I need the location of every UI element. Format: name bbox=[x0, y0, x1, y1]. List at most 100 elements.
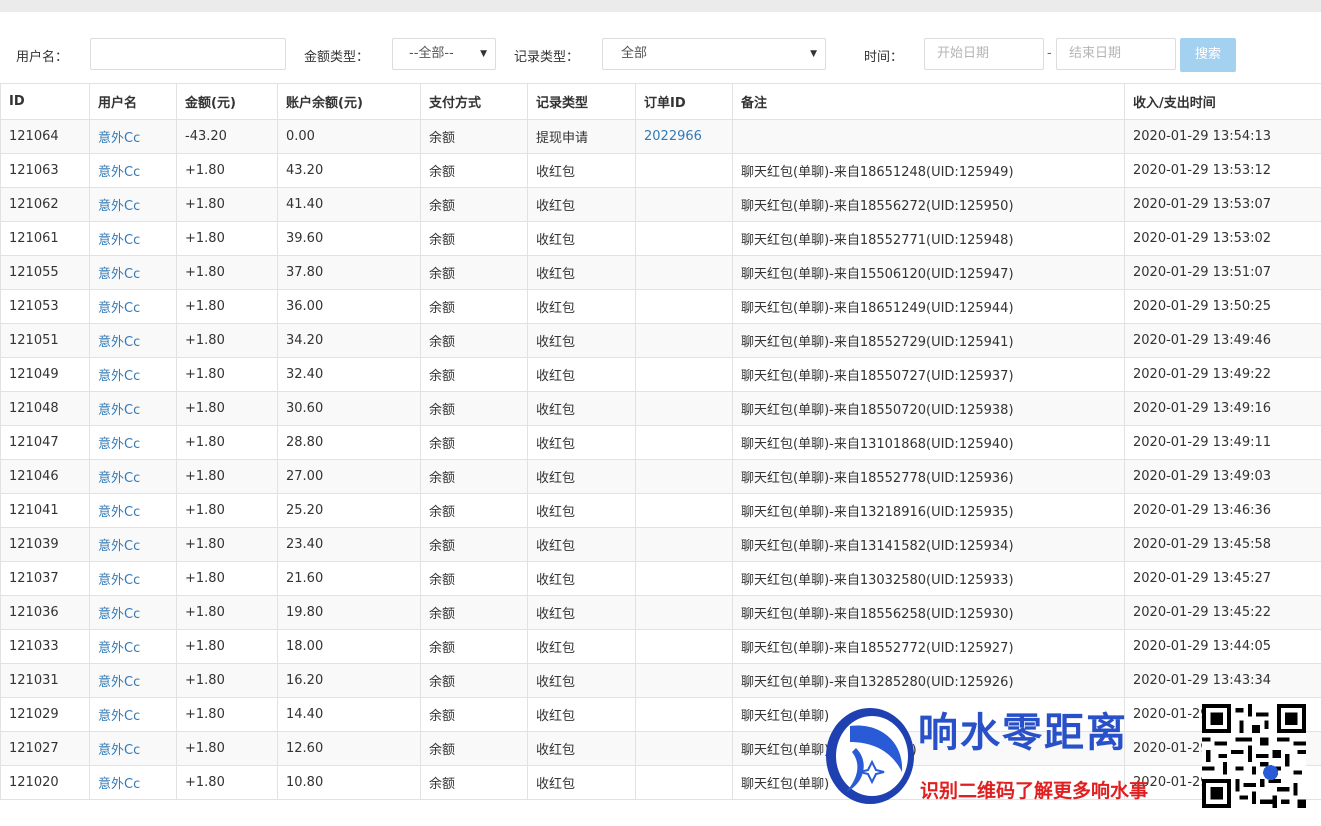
date-separator: - bbox=[1047, 46, 1052, 61]
chevron-down-icon: ▼ bbox=[810, 49, 817, 59]
amount-type-select[interactable]: --全部-- ▼ bbox=[392, 38, 496, 70]
cell-username[interactable]: 意外Cc bbox=[89, 629, 177, 664]
cell-amount: +1.80 bbox=[176, 595, 278, 630]
cell-id: 121036 bbox=[0, 595, 90, 630]
start-date-input[interactable]: 开始日期 bbox=[924, 38, 1044, 70]
table-row: 121039 意外Cc +1.80 23.40 余额 收红包 聊天红包(单聊)-来自1314… bbox=[0, 527, 1321, 562]
cell-remark: 聊天红包(单聊) bbox=[732, 697, 1125, 732]
cell-order-id bbox=[635, 731, 733, 766]
cell-username[interactable]: 意外Cc bbox=[89, 323, 177, 358]
cell-payment-method: 余额 bbox=[420, 731, 528, 766]
cell-remark: 聊天红包(单聊)-来自13285280(UID:125926) bbox=[732, 663, 1125, 698]
cell-record-type: 收红包 bbox=[527, 255, 636, 290]
amount-type-value: --全部-- bbox=[409, 46, 454, 61]
cell-username[interactable]: 意外Cc bbox=[89, 391, 177, 426]
end-date-input[interactable]: 结束日期 bbox=[1056, 38, 1176, 70]
record-type-label: 记录类型： bbox=[514, 50, 580, 65]
cell-balance: 43.20 bbox=[277, 153, 421, 188]
cell-order-id bbox=[635, 629, 733, 664]
cell-record-type: 收红包 bbox=[527, 357, 636, 392]
cell-balance: 0.00 bbox=[277, 119, 421, 154]
cell-time: 2020-01-29 bbox=[1124, 697, 1321, 732]
cell-id: 121064 bbox=[0, 119, 90, 154]
column-header-remark[interactable]: 备注 bbox=[732, 83, 1125, 120]
column-header-order-id[interactable]: 订单ID bbox=[635, 83, 733, 120]
cell-username[interactable]: 意外Cc bbox=[89, 357, 177, 392]
column-header-username[interactable]: 用户名 bbox=[89, 83, 177, 120]
cell-order-id bbox=[635, 459, 733, 494]
cell-username[interactable]: 意外Cc bbox=[89, 425, 177, 460]
column-header-id[interactable]: ID bbox=[0, 83, 90, 120]
record-type-value: 全部 bbox=[621, 46, 648, 61]
cell-order-id bbox=[635, 493, 733, 528]
cell-username[interactable]: 意外Cc bbox=[89, 153, 177, 188]
column-header-payment-method[interactable]: 支付方式 bbox=[420, 83, 528, 120]
cell-record-type: 收红包 bbox=[527, 391, 636, 426]
cell-payment-method: 余额 bbox=[420, 153, 528, 188]
cell-username[interactable]: 意外Cc bbox=[89, 119, 177, 154]
cell-balance: 36.00 bbox=[277, 289, 421, 324]
cell-balance: 25.20 bbox=[277, 493, 421, 528]
cell-username[interactable]: 意外Cc bbox=[89, 255, 177, 290]
cell-order-id bbox=[635, 255, 733, 290]
cell-time: 2020-01-29 13:53:07 bbox=[1124, 187, 1321, 222]
cell-amount: +1.80 bbox=[176, 323, 278, 358]
amount-type-label: 金额类型： bbox=[304, 50, 370, 65]
cell-order-id bbox=[635, 425, 733, 460]
cell-username[interactable]: 意外Cc bbox=[89, 493, 177, 528]
cell-time: 2020-01-29 13:45:27 bbox=[1124, 561, 1321, 596]
cell-amount: +1.80 bbox=[176, 255, 278, 290]
column-header-balance[interactable]: 账户余额(元) bbox=[277, 83, 421, 120]
cell-username[interactable]: 意外Cc bbox=[89, 221, 177, 256]
filter-bar: 用户名： 金额类型： --全部-- ▼ 记录类型： 全部 ▼ 时间： 开始日期 … bbox=[0, 36, 1321, 74]
cell-time: 2020-01-29 13:45:22 bbox=[1124, 595, 1321, 630]
cell-balance: 19.80 bbox=[277, 595, 421, 630]
table-row: 121062 意外Cc +1.80 41.40 余额 收红包 聊天红包(单聊)-来自1855… bbox=[0, 187, 1321, 222]
record-type-select[interactable]: 全部 ▼ bbox=[602, 38, 826, 70]
cell-username[interactable]: 意外Cc bbox=[89, 289, 177, 324]
username-input[interactable] bbox=[90, 38, 286, 70]
cell-username[interactable]: 意外Cc bbox=[89, 561, 177, 596]
cell-amount: +1.80 bbox=[176, 153, 278, 188]
cell-username[interactable]: 意外Cc bbox=[89, 663, 177, 698]
cell-balance: 18.00 bbox=[277, 629, 421, 664]
cell-username[interactable]: 意外Cc bbox=[89, 731, 177, 766]
cell-record-type: 收红包 bbox=[527, 221, 636, 256]
cell-time: 2020-01-29 13:43:34 bbox=[1124, 663, 1321, 698]
column-header-amount[interactable]: 金额(元) bbox=[176, 83, 278, 120]
username-label: 用户名： bbox=[16, 50, 69, 65]
cell-amount: +1.80 bbox=[176, 629, 278, 664]
cell-username[interactable]: 意外Cc bbox=[89, 187, 177, 222]
table-row: 121051 意外Cc +1.80 34.20 余额 收红包 聊天红包(单聊)-来自1855… bbox=[0, 323, 1321, 358]
column-header-record-type[interactable]: 记录类型 bbox=[527, 83, 636, 120]
cell-record-type: 收红包 bbox=[527, 323, 636, 358]
cell-payment-method: 余额 bbox=[420, 323, 528, 358]
cell-username[interactable]: 意外Cc bbox=[89, 765, 177, 800]
cell-remark: 聊天红包(单聊)-来自18552778(UID:125936) bbox=[732, 459, 1125, 494]
table-row: 121046 意外Cc +1.80 27.00 余额 收红包 聊天红包(单聊)-来自1855… bbox=[0, 459, 1321, 494]
cell-username[interactable]: 意外Cc bbox=[89, 595, 177, 630]
cell-time: 2020-01-29 13:49:22 bbox=[1124, 357, 1321, 392]
column-header-time[interactable]: 收入/支出时间 bbox=[1124, 83, 1321, 120]
cell-id: 121063 bbox=[0, 153, 90, 188]
cell-amount: +1.80 bbox=[176, 663, 278, 698]
cell-amount: +1.80 bbox=[176, 221, 278, 256]
cell-id: 121049 bbox=[0, 357, 90, 392]
cell-amount: +1.80 bbox=[176, 493, 278, 528]
chevron-down-icon: ▼ bbox=[480, 49, 487, 59]
cell-record-type: 收红包 bbox=[527, 561, 636, 596]
cell-amount: +1.80 bbox=[176, 459, 278, 494]
cell-record-type: 收红包 bbox=[527, 765, 636, 800]
cell-balance: 27.00 bbox=[277, 459, 421, 494]
cell-username[interactable]: 意外Cc bbox=[89, 459, 177, 494]
table-row: 121047 意外Cc +1.80 28.80 余额 收红包 聊天红包(单聊)-来自1310… bbox=[0, 425, 1321, 460]
cell-username[interactable]: 意外Cc bbox=[89, 697, 177, 732]
cell-username[interactable]: 意外Cc bbox=[89, 527, 177, 562]
cell-remark: 聊天红包(单聊)-来自18552772(UID:125927) bbox=[732, 629, 1125, 664]
cell-order-id bbox=[635, 561, 733, 596]
search-button[interactable]: 搜索 bbox=[1180, 38, 1236, 72]
cell-order-id[interactable]: 2022966 bbox=[635, 119, 733, 154]
table-row: 121041 意外Cc +1.80 25.20 余额 收红包 聊天红包(单聊)-来自1321… bbox=[0, 493, 1321, 528]
cell-remark: 聊天红包(单聊)-来自13141582(UID:125934) bbox=[732, 527, 1125, 562]
table-row: 121049 意外Cc +1.80 32.40 余额 收红包 聊天红包(单聊)-来自1855… bbox=[0, 357, 1321, 392]
